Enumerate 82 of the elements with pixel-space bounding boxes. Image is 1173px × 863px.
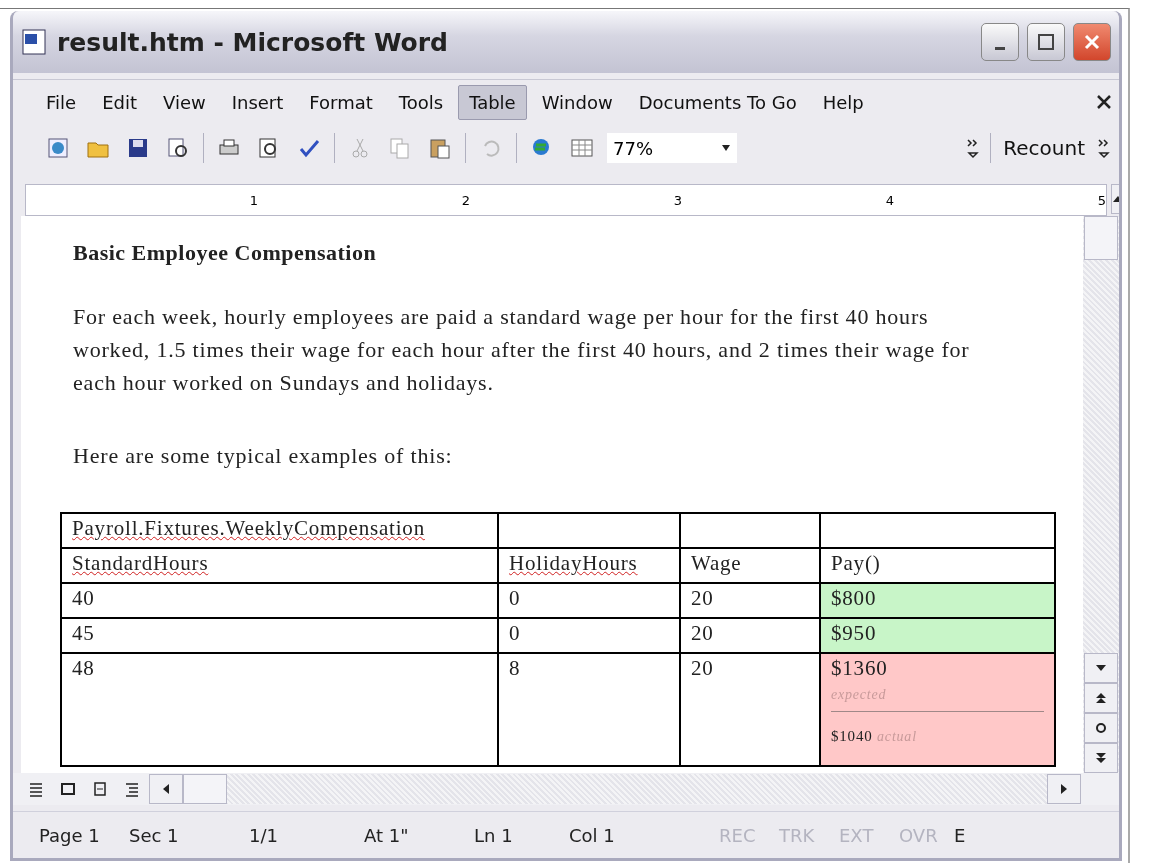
close-icon xyxy=(1082,32,1102,52)
toolbar-options-icon xyxy=(1097,136,1111,160)
status-item: OVR xyxy=(899,824,939,846)
table-cell: 20 xyxy=(680,618,820,653)
browse-object-button[interactable] xyxy=(1084,713,1118,743)
document-heading: Basic Employee Compensation xyxy=(73,240,378,266)
status-item: Col 1 xyxy=(569,824,616,846)
scroll-thumb[interactable] xyxy=(183,774,227,804)
table-cell: 45 xyxy=(61,618,498,653)
status-item: Page 1 xyxy=(39,824,101,846)
document-magnifier-icon xyxy=(166,136,190,160)
table-cell: 0 xyxy=(498,618,680,653)
pay-cell: $950 xyxy=(820,618,1055,653)
menu-item[interactable]: Format xyxy=(298,84,384,120)
fixture-name: Payroll.Fixtures.WeeklyCompensation xyxy=(72,516,425,540)
ruler-number: 2 xyxy=(460,192,470,208)
recount-button[interactable]: Recount xyxy=(1001,136,1087,160)
menu-item[interactable]: Help xyxy=(811,84,875,120)
toolbar-options-icon xyxy=(966,136,981,160)
paragraph: Here are some typical examples of this: xyxy=(73,442,454,470)
double-up-arrow-icon xyxy=(1095,692,1107,704)
table-cell: 40 xyxy=(61,583,498,618)
page-icon xyxy=(60,781,76,797)
column-header: Wage xyxy=(691,551,742,575)
window-title: result.htm - Microsoft Word xyxy=(57,27,449,57)
minimize-button[interactable] xyxy=(981,23,1019,61)
status-item: E xyxy=(954,824,967,846)
ruler-number: 3 xyxy=(672,192,682,208)
ruler-number: 5 xyxy=(1096,192,1106,208)
menu-item[interactable]: View xyxy=(152,84,217,120)
menu-item[interactable]: Documents To Go xyxy=(627,84,808,120)
pay-cell: $800 xyxy=(820,583,1055,618)
scroll-thumb[interactable] xyxy=(1084,216,1118,260)
page-icon xyxy=(92,781,108,797)
next-page-button[interactable] xyxy=(1084,743,1118,773)
outline-icon xyxy=(124,781,140,797)
status-item: At 1" xyxy=(364,824,410,846)
column-header: Pay() xyxy=(831,551,881,575)
menu-item[interactable]: Table xyxy=(458,84,527,120)
close-button[interactable] xyxy=(1073,23,1111,61)
column-header: StandardHours xyxy=(72,551,209,575)
down-arrow-icon xyxy=(1095,664,1107,672)
table-cell: 20 xyxy=(680,583,820,618)
ruler-number: 1 xyxy=(248,192,258,208)
status-item: TRK xyxy=(779,824,816,846)
menu-item[interactable]: File xyxy=(35,84,88,120)
dropdown-arrow-icon xyxy=(721,144,731,152)
previous-page-button[interactable] xyxy=(1084,683,1118,713)
two-pages-icon xyxy=(388,136,412,160)
word-document-icon xyxy=(21,28,49,56)
status-item: Ln 1 xyxy=(474,824,514,846)
right-arrow-icon xyxy=(1060,783,1068,795)
scroll-right-button[interactable] xyxy=(1047,774,1081,804)
column-header: HolidayHours xyxy=(509,551,638,575)
maximize-button[interactable] xyxy=(1027,23,1065,61)
scroll-down-button[interactable] xyxy=(1084,653,1118,683)
menu-item[interactable]: Edit xyxy=(91,84,148,120)
close-icon xyxy=(1095,93,1113,111)
status-item: 1/1 xyxy=(249,824,279,846)
menu-item[interactable]: Window xyxy=(530,84,624,120)
menu-item[interactable]: Tools xyxy=(387,84,455,120)
paragraph: For each week, hourly employees are paid a standard wage per hour for the first 40 hours worked, 1.5 times their wage for each hour after the first 40 hours, and 2 times their wage for each hour worked on Sundays and holidays. xyxy=(73,303,971,397)
table-grid-icon xyxy=(570,136,594,160)
lines-icon xyxy=(28,781,44,797)
table-cell: 8 xyxy=(498,653,680,766)
status-item: REC xyxy=(719,824,757,846)
circle-icon xyxy=(1095,722,1107,734)
menu-item[interactable]: Insert xyxy=(220,84,295,120)
table-cell: 48 xyxy=(61,653,498,766)
maximize-icon xyxy=(1036,32,1056,52)
status-item: Sec 1 xyxy=(129,824,180,846)
status-item: EXT xyxy=(839,824,875,846)
ruler-number: 4 xyxy=(884,192,894,208)
minimize-icon xyxy=(995,46,1005,50)
clipboard-icon xyxy=(428,136,452,160)
table-cell: 20 xyxy=(680,653,820,766)
scroll-left-button[interactable] xyxy=(149,774,183,804)
double-down-arrow-icon xyxy=(1095,752,1107,764)
globe-page-icon xyxy=(46,136,70,160)
table-cell: 0 xyxy=(498,583,680,618)
zoom-field[interactable]: 77% xyxy=(607,133,737,163)
left-arrow-icon xyxy=(162,783,170,795)
